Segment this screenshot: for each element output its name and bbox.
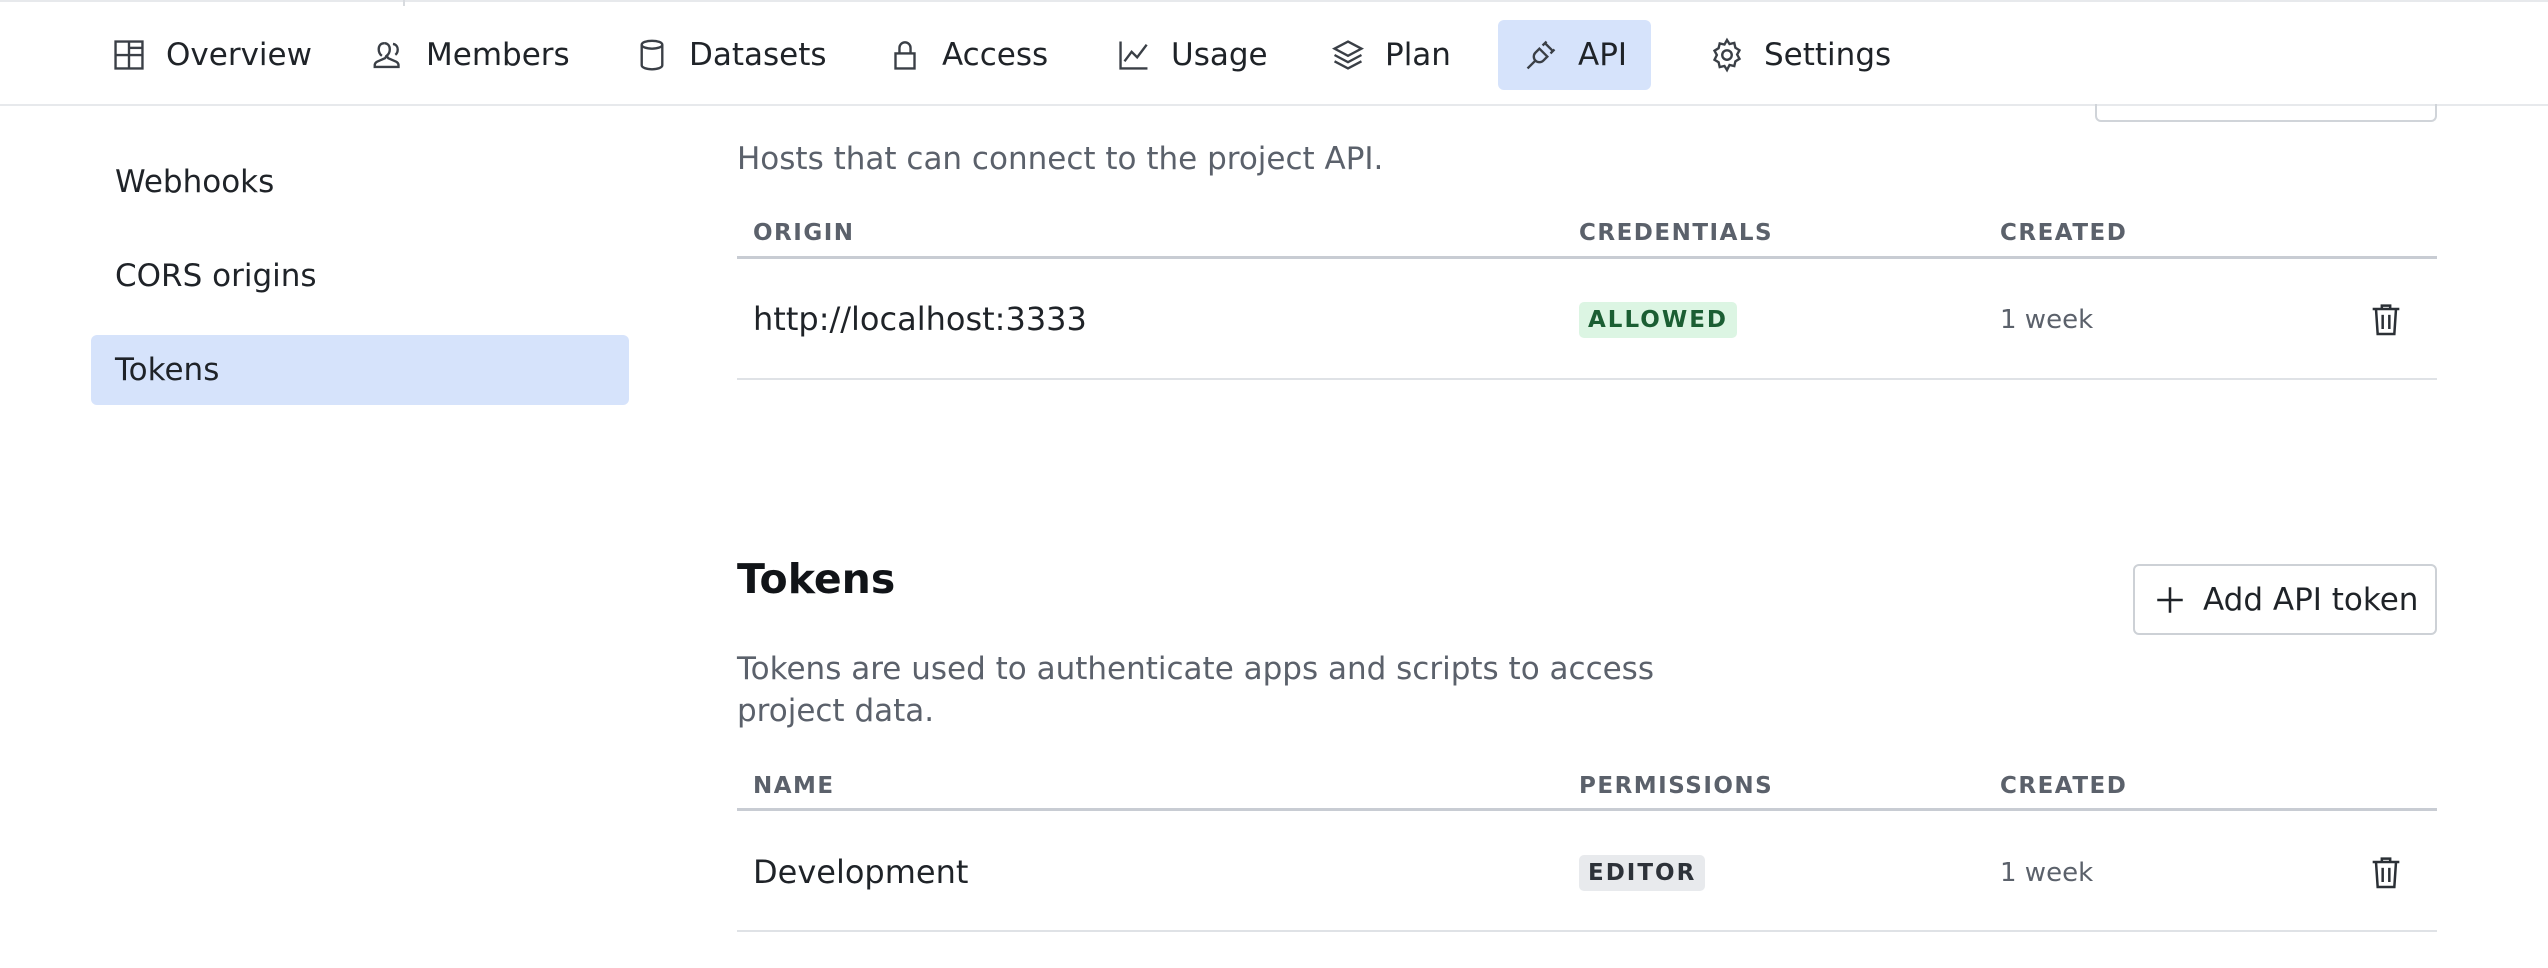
- trash-icon: [2366, 299, 2406, 339]
- add-cors-origin-button[interactable]: [2095, 104, 2437, 122]
- row-divider: [737, 930, 2437, 932]
- delete-token-button[interactable]: [2366, 852, 2406, 892]
- token-name: Development: [753, 853, 969, 891]
- table-header-divider: [737, 808, 2437, 811]
- sidebar-item-webhooks[interactable]: Webhooks: [91, 147, 629, 217]
- cors-description: Hosts that can connect to the project AP…: [737, 141, 1384, 177]
- row-divider: [737, 378, 2437, 380]
- column-header-credentials: CREDENTIALS: [1579, 220, 1774, 246]
- tab-overview[interactable]: Overview: [86, 20, 336, 90]
- chart-line-icon: [1115, 36, 1153, 74]
- sidebar-item-label: CORS origins: [115, 258, 317, 294]
- tab-api[interactable]: API: [1498, 20, 1652, 90]
- tab-datasets[interactable]: Datasets: [609, 20, 851, 90]
- tab-label: Overview: [166, 37, 312, 73]
- origin-value: http://localhost:3333: [753, 300, 1087, 338]
- lock-icon: [886, 36, 924, 74]
- tab-label: Access: [942, 37, 1049, 73]
- created-value: 1 week: [2000, 305, 2094, 335]
- table-header-divider: [737, 256, 2437, 259]
- tab-label: API: [1578, 37, 1628, 73]
- database-icon: [633, 36, 671, 74]
- tab-plan[interactable]: Plan: [1305, 20, 1475, 90]
- column-header-created: CREATED: [2000, 220, 2128, 246]
- tab-label: Members: [426, 37, 570, 73]
- sidebar-item-label: Webhooks: [115, 164, 275, 200]
- column-header-origin: ORIGIN: [753, 220, 855, 246]
- permissions-badge: EDITOR: [1579, 855, 1706, 891]
- gear-icon: [1708, 36, 1746, 74]
- add-api-token-label: Add API token: [2203, 581, 2419, 618]
- sidebar-item-label: Tokens: [115, 352, 220, 388]
- tab-members[interactable]: Members: [346, 20, 594, 90]
- tokens-description-line-1: Tokens are used to authenticate apps and…: [737, 651, 1654, 687]
- credentials-badge: ALLOWED: [1579, 302, 1738, 338]
- top-navigation: Overview Members Datasets Access Usage P…: [0, 0, 2548, 106]
- created-value: 1 week: [2000, 858, 2094, 888]
- column-header-permissions: PERMISSIONS: [1579, 773, 1774, 799]
- tab-settings[interactable]: Settings: [1684, 20, 1915, 90]
- user-icon: [370, 36, 408, 74]
- tab-usage[interactable]: Usage: [1091, 20, 1292, 90]
- tab-label: Settings: [1764, 37, 1892, 73]
- plug-icon: [1522, 36, 1560, 74]
- section-title-tokens: Tokens: [737, 555, 896, 603]
- sidebar-item-tokens[interactable]: Tokens: [91, 335, 629, 405]
- plus-icon: [2153, 583, 2187, 617]
- tab-label: Datasets: [689, 37, 827, 73]
- layers-icon: [1329, 36, 1367, 74]
- tokens-description-line-2: project data.: [737, 693, 935, 729]
- tab-access[interactable]: Access: [862, 20, 1072, 90]
- delete-origin-button[interactable]: [2366, 299, 2406, 339]
- add-api-token-button[interactable]: Add API token: [2133, 564, 2437, 635]
- sidebar-item-cors-origins[interactable]: CORS origins: [91, 241, 629, 311]
- column-header-name: NAME: [753, 773, 835, 799]
- trash-icon: [2366, 852, 2406, 892]
- layout-icon: [110, 36, 148, 74]
- column-header-created: CREATED: [2000, 773, 2128, 799]
- divider: [403, 0, 405, 6]
- tab-label: Usage: [1171, 37, 1268, 73]
- tab-label: Plan: [1385, 37, 1451, 73]
